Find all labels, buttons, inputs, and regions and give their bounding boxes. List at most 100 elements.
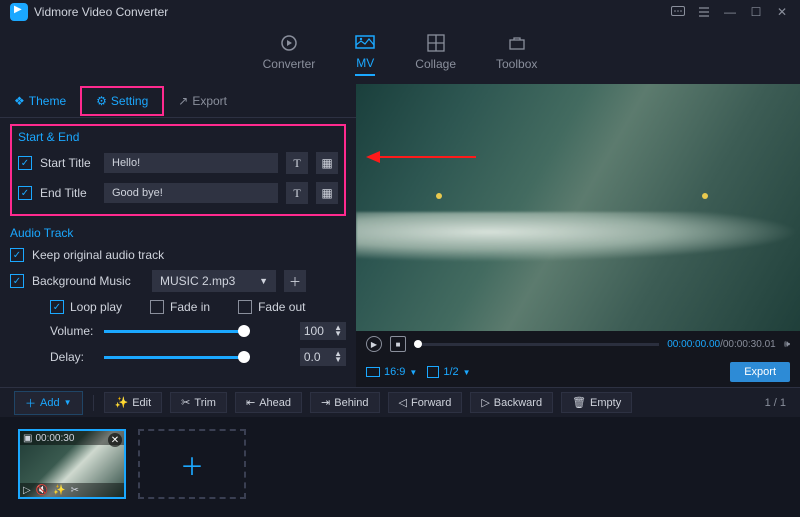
behind-button[interactable]: ⇥Behind [310,392,379,413]
btn-label: Add [40,397,60,409]
volume-spinner[interactable]: 100 ▲▼ [300,322,346,340]
settings-content: Start & End Start Title Hello! T ▦ End T… [0,118,356,387]
fade-out-checkbox[interactable] [238,300,252,314]
nav-collage[interactable]: Collage [415,33,456,75]
tab-export[interactable]: ↗ Export [164,88,241,114]
app-logo-icon [10,3,28,21]
stop-button[interactable]: ■ [390,336,406,352]
aspect-icon [366,367,380,377]
bg-music-label: Background Music [32,274,144,288]
empty-button[interactable]: 🗑 Empty [561,392,632,413]
end-title-grid-button[interactable]: ▦ [316,182,338,204]
play-button[interactable]: ▶ [366,336,382,352]
nav-label: MV [356,56,374,70]
trash-icon: 🗑 [572,396,586,409]
bg-music-add-button[interactable]: ＋ [284,270,306,292]
btn-label: Edit [132,397,151,409]
trim-button[interactable]: ✂Trim [170,392,227,413]
section-header: Start & End [18,130,338,144]
delay-spinner[interactable]: 0.0 ▲▼ [300,348,346,366]
btn-label: Forward [411,397,451,409]
subtabs: ❖ Theme ⚙ Setting ↗ Export [0,84,356,118]
chevron-down-icon: ▼ [259,276,268,286]
btn-label: Empty [590,397,621,409]
backward-button[interactable]: ▷Backward [470,392,553,413]
bg-music-checkbox[interactable] [10,274,24,288]
app-title: Vidmore Video Converter [34,5,168,19]
aspect-ratio-button[interactable]: 16:9 ▼ [366,366,417,378]
nav-mv[interactable]: MV [355,32,375,76]
time-display: 00:00:00.00/00:00:30.01 [667,339,775,350]
start-title-font-button[interactable]: T [286,152,308,174]
messages-icon[interactable] [670,4,686,20]
end-title-label: End Title [40,186,96,200]
player-bar: ▶ ■ 00:00:00.00/00:00:30.01 🕪 [356,331,800,357]
settings-panel: ❖ Theme ⚙ Setting ↗ Export Start & End [0,84,356,387]
keep-original-checkbox[interactable] [10,248,24,262]
loop-label: Loop play [70,300,122,314]
mv-icon [355,32,375,52]
close-button[interactable]: ✕ [774,4,790,20]
delay-slider[interactable] [104,356,244,359]
clip-toolbar: ＋ Add ▼ ✨Edit ✂Trim ⇤Ahead ⇥Behind ◁ Forw… [0,387,800,417]
aspect-bar: 16:9 ▼ 1/2 ▼ Export [356,357,800,387]
start-title-checkbox[interactable] [18,156,32,170]
next-icon: ▷ [481,396,489,409]
export-button[interactable]: Export [730,362,790,382]
end-title-input[interactable]: Good bye! [104,183,278,203]
add-clip-slot[interactable]: ＋ [138,429,246,499]
magic-icon[interactable]: ✨ [53,485,65,496]
nav-label: Collage [415,57,456,71]
app-window: Vidmore Video Converter — ☐ ✕ Converter … [0,0,800,517]
minimize-button[interactable]: — [722,4,738,20]
start-title-input[interactable]: Hello! [104,153,278,173]
maximize-button[interactable]: ☐ [748,4,764,20]
start-end-section: Start & End Start Title Hello! T ▦ End T… [10,124,346,216]
volume-icon[interactable]: 🕪 [784,339,790,350]
scale-button[interactable]: 1/2 ▼ [427,366,470,378]
clip-thumb[interactable]: ▣ 00:00:30 ✕ ▷ 🔇 ✨ ✂ [18,429,126,499]
toolbox-icon [507,33,527,53]
workspace: ❖ Theme ⚙ Setting ↗ Export Start & End [0,84,800,387]
nav-toolbox[interactable]: Toolbox [496,33,537,75]
fade-out-label: Fade out [258,300,305,314]
remove-clip-button[interactable]: ✕ [108,433,122,447]
scissors-icon[interactable]: ✂ [71,485,79,496]
chevron-down-icon: ▼ [64,398,72,407]
theme-icon: ❖ [14,94,25,108]
volume-label: Volume: [50,324,94,338]
forward-button[interactable]: ◁ Forward [388,392,463,413]
converter-icon [279,33,299,53]
prev-icon: ◁ [399,396,407,409]
ahead-button[interactable]: ⇤Ahead [235,392,302,413]
total-time: 00:00:30.01 [723,339,776,350]
add-button[interactable]: ＋ Add ▼ [14,391,83,415]
start-title-grid-button[interactable]: ▦ [316,152,338,174]
delay-label: Delay: [50,350,94,364]
nav-label: Toolbox [496,57,537,71]
main-nav: Converter MV Collage Toolbox [0,24,800,84]
loop-checkbox[interactable] [50,300,64,314]
progress-bar[interactable] [414,343,659,346]
keep-original-label: Keep original audio track [32,248,164,262]
volume-slider[interactable] [104,330,244,333]
btn-label: Ahead [259,397,291,409]
export-icon: ↗ [178,94,188,108]
end-title-font-button[interactable]: T [286,182,308,204]
preview-canvas [356,84,800,331]
mute-icon[interactable]: 🔇 [36,485,48,496]
fade-in-checkbox[interactable] [150,300,164,314]
tab-theme[interactable]: ❖ Theme [0,88,80,114]
titlebar: Vidmore Video Converter — ☐ ✕ [0,0,800,24]
play-icon[interactable]: ▷ [23,485,31,496]
film-icon: ▣ [23,433,32,444]
scissors-icon: ✂ [181,396,190,409]
edit-button[interactable]: ✨Edit [104,392,163,413]
menu-icon[interactable] [696,4,712,20]
bg-music-dropdown[interactable]: MUSIC 2.mp3 ▼ [152,270,276,292]
end-title-checkbox[interactable] [18,186,32,200]
start-title-label: Start Title [40,156,96,170]
tab-setting[interactable]: ⚙ Setting [80,86,164,116]
nav-converter[interactable]: Converter [263,33,316,75]
skip-end-icon: ⇥ [321,396,330,409]
